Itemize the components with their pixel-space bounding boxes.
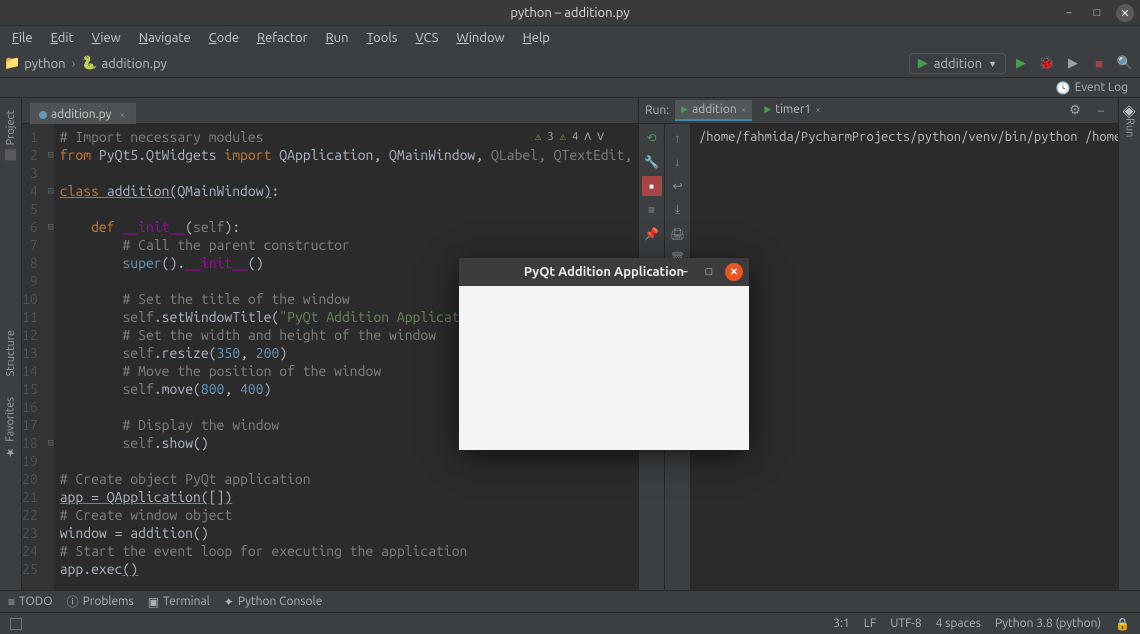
- warning-icon: ⚠: [535, 128, 542, 146]
- python-icon: ✦: [224, 595, 234, 609]
- menu-window[interactable]: Window: [448, 29, 512, 47]
- editor-tabs: addition.py ×: [22, 98, 638, 124]
- status-position[interactable]: 3:1: [833, 617, 850, 630]
- chevron-down-icon: ▼: [988, 59, 997, 69]
- window-controls: − □ ✕: [1060, 4, 1134, 22]
- toolbar-right: ▶ addition ▼ ▶ 🐞 ▶ ■ 🔍: [909, 53, 1136, 75]
- menubar: FileEditViewNavigateCodeRefactorRunTools…: [0, 26, 1140, 50]
- close-button[interactable]: ✕: [1116, 4, 1134, 22]
- down-arrow-icon[interactable]: ↓: [668, 152, 688, 172]
- up-arrow-icon[interactable]: ↑: [668, 128, 688, 148]
- chevron-up-icon[interactable]: ᐱ: [584, 128, 591, 146]
- pyqt-title: PyQt Addition Application: [524, 265, 684, 279]
- gear-icon[interactable]: ⚙: [1064, 100, 1086, 122]
- pyqt-minimize-button[interactable]: −: [677, 264, 693, 280]
- layout-icon[interactable]: ≡: [642, 200, 662, 220]
- run-header-buttons: ⚙ −: [1064, 100, 1112, 122]
- run-output[interactable]: /home/fahmida/PycharmProjects/python/ven…: [691, 124, 1118, 590]
- menu-run[interactable]: Run: [318, 29, 357, 47]
- pyqt-close-button[interactable]: ✕: [725, 263, 743, 281]
- warning-icon: ⚠: [560, 128, 567, 146]
- status-indent[interactable]: 4 spaces: [936, 617, 981, 630]
- run-tab-addition[interactable]: ▶ addition ×: [675, 100, 752, 121]
- right-tool-strip: ▣ Run: [1118, 98, 1140, 590]
- folder-icon: 📁: [4, 56, 20, 71]
- python-file-icon: [39, 111, 47, 119]
- close-icon[interactable]: ×: [815, 104, 821, 115]
- coverage-button[interactable]: ▶: [1062, 53, 1084, 75]
- bottom-tab-terminal[interactable]: ▣Terminal: [148, 595, 210, 609]
- left-tab-project[interactable]: Project: [5, 110, 17, 160]
- print-icon[interactable]: 🖨: [668, 224, 688, 244]
- pyqt-app-window[interactable]: PyQt Addition Application − □ ✕: [459, 258, 749, 450]
- menu-vcs[interactable]: VCS: [407, 29, 446, 47]
- line-number-gutter: 1234567891011121314151617181920212223242…: [22, 124, 48, 590]
- bottom-tab-python-console[interactable]: ✦Python Console: [224, 595, 323, 609]
- pyqt-maximize-button[interactable]: □: [701, 264, 717, 280]
- close-icon[interactable]: ×: [741, 104, 747, 115]
- status-indicator-icon[interactable]: [10, 618, 22, 630]
- crumb-file[interactable]: 🐍 addition.py: [81, 56, 167, 71]
- clock-icon: 🕓: [1056, 81, 1071, 95]
- inspection-bar[interactable]: ⚠3 ⚠4 ᐱ ᐯ: [531, 128, 608, 146]
- event-log-bar[interactable]: 🕓 Event Log: [0, 78, 1140, 98]
- bottom-bar: ≡TODO ⓘProblems ▣Terminal ✦Python Consol…: [0, 590, 1140, 612]
- rerun-button[interactable]: ⟲: [642, 128, 662, 148]
- menu-file[interactable]: File: [4, 29, 41, 47]
- lock-icon[interactable]: 🔒: [1115, 617, 1130, 631]
- list-icon: ≡: [8, 595, 15, 609]
- breadcrumb: 📁 python › 🐍 addition.py: [4, 56, 167, 71]
- scroll-end-icon[interactable]: ⤓: [668, 200, 688, 220]
- left-tab-structure[interactable]: Structure: [5, 330, 17, 377]
- play-icon: ▶: [918, 56, 928, 71]
- status-interpreter[interactable]: Python 3.8 (python): [995, 617, 1101, 630]
- window-title: python – addition.py: [510, 6, 629, 20]
- python-file-icon: 🐍: [81, 56, 97, 71]
- run-header: Run: ▶ addition × ▶ timer1 × ⚙ −: [639, 98, 1118, 124]
- wrench-icon[interactable]: 🔧: [642, 152, 662, 172]
- left-tab-favorites[interactable]: ★Favorites: [4, 397, 17, 459]
- editor-tab-addition[interactable]: addition.py ×: [30, 103, 136, 124]
- right-tab-run[interactable]: Run: [1124, 118, 1136, 137]
- stop-button[interactable]: ■: [642, 176, 662, 196]
- run-label: Run:: [645, 104, 669, 117]
- chevron-right-icon: ›: [72, 57, 76, 71]
- run-tab-timer1[interactable]: ▶ timer1 ×: [758, 100, 827, 121]
- menu-refactor[interactable]: Refactor: [249, 29, 316, 47]
- stop-button[interactable]: ■: [1088, 53, 1110, 75]
- tab-close-icon[interactable]: ×: [119, 109, 125, 120]
- menu-edit[interactable]: Edit: [43, 29, 82, 47]
- pin-icon[interactable]: 📌: [642, 224, 662, 244]
- bottom-tab-todo[interactable]: ≡TODO: [8, 595, 53, 609]
- menu-code[interactable]: Code: [201, 29, 247, 47]
- toolbar: 📁 python › 🐍 addition.py ▶ addition ▼ ▶ …: [0, 50, 1140, 78]
- status-lineending[interactable]: LF: [864, 617, 876, 630]
- play-icon: ▶: [764, 104, 771, 115]
- softwrap-icon[interactable]: ↩: [668, 176, 688, 196]
- debug-button[interactable]: 🐞: [1036, 53, 1058, 75]
- run-button[interactable]: ▶: [1010, 53, 1032, 75]
- play-icon: ▶: [681, 104, 688, 115]
- left-tool-strip: Project Structure ★Favorites: [0, 98, 22, 590]
- run-config-selector[interactable]: ▶ addition ▼: [909, 53, 1006, 74]
- status-encoding[interactable]: UTF-8: [890, 617, 921, 630]
- terminal-icon: ▣: [148, 595, 159, 609]
- menu-view[interactable]: View: [84, 29, 129, 47]
- menu-navigate[interactable]: Navigate: [131, 29, 199, 47]
- menu-tools[interactable]: Tools: [359, 29, 406, 47]
- chevron-down-icon[interactable]: ᐯ: [597, 128, 604, 146]
- maximize-button[interactable]: □: [1088, 4, 1106, 22]
- bottom-tab-problems[interactable]: ⓘProblems: [67, 593, 134, 610]
- window-titlebar: python – addition.py − □ ✕: [0, 0, 1140, 26]
- pyqt-titlebar[interactable]: PyQt Addition Application − □ ✕: [459, 258, 749, 286]
- status-bar: 3:1 LF UTF-8 4 spaces Python 3.8 (python…: [0, 612, 1140, 634]
- menu-help[interactable]: Help: [515, 29, 558, 47]
- info-icon: ⓘ: [67, 593, 79, 610]
- search-button[interactable]: 🔍: [1114, 53, 1136, 75]
- minimize-icon[interactable]: −: [1090, 100, 1112, 122]
- crumb-project[interactable]: 📁 python: [4, 56, 66, 71]
- minimize-button[interactable]: −: [1060, 4, 1078, 22]
- pyqt-window-body[interactable]: [459, 286, 749, 450]
